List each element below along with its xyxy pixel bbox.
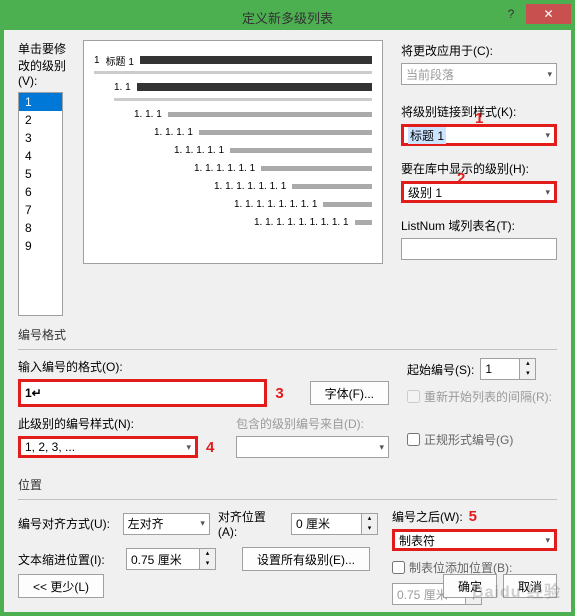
number-format-input[interactable]: 1↵: [18, 379, 267, 407]
annotation-4: 4: [206, 439, 214, 456]
annotation-3: 3: [275, 385, 283, 402]
level-item[interactable]: 5: [19, 165, 62, 183]
level-item[interactable]: 8: [19, 219, 62, 237]
legal-checkbox[interactable]: 正规形式编号(G): [407, 431, 513, 448]
indent-spinner[interactable]: 0.75 厘米▴▾: [126, 548, 216, 570]
annotation-5: 5: [469, 508, 477, 525]
apply-to-label: 将更改应用于(C):: [401, 42, 557, 59]
level-list[interactable]: 1 2 3 4 5 6 7 8 9: [18, 92, 63, 316]
level-item[interactable]: 1: [19, 93, 62, 111]
level-item[interactable]: 9: [19, 237, 62, 255]
dialog-title: 定义新多级列表: [242, 8, 333, 27]
link-style-combo[interactable]: 标题 1▾: [401, 124, 557, 146]
gallery-level-combo[interactable]: 级别 1▾: [401, 181, 557, 203]
follow-combo[interactable]: 制表符▾: [392, 529, 557, 551]
dialog-define-multilevel-list: 定义新多级列表 ? ✕ 单击要修改的级别(V): 1 2 3 4 5 6 7 8…: [0, 0, 575, 616]
annotation-1: 1: [475, 110, 483, 127]
position-group-label: 位置: [18, 476, 557, 493]
number-style-combo[interactable]: 1, 2, 3, ...▾: [18, 436, 198, 458]
less-button[interactable]: << 更少(L): [18, 574, 104, 598]
preview-pane: 1标题 11. 11. 1. 11. 1. 1. 11. 1. 1. 1. 11…: [83, 40, 383, 264]
cancel-button[interactable]: 取消: [503, 574, 557, 598]
start-at-spinner[interactable]: 1▴▾: [480, 358, 536, 380]
format-group-label: 编号格式: [18, 326, 557, 343]
align-label: 编号对齐方式(U):: [18, 515, 115, 532]
apply-to-combo[interactable]: 当前段落▾: [401, 63, 557, 85]
include-from-label: 包含的级别编号来自(D):: [236, 415, 389, 432]
annotation-2: 2: [457, 170, 465, 187]
level-item[interactable]: 2: [19, 111, 62, 129]
font-button[interactable]: 字体(F)...: [310, 381, 389, 405]
listnum-label: ListNum 域列表名(T):: [401, 217, 557, 234]
include-from-combo[interactable]: ▾: [236, 436, 389, 458]
titlebar: 定义新多级列表 ? ✕: [4, 4, 571, 30]
help-button[interactable]: ?: [496, 4, 526, 24]
level-item[interactable]: 6: [19, 183, 62, 201]
follow-label: 编号之后(W):: [392, 508, 463, 525]
level-item[interactable]: 7: [19, 201, 62, 219]
align-at-label: 对齐位置(A):: [218, 508, 283, 539]
gallery-level-label: 要在库中显示的级别(H):: [401, 160, 557, 177]
set-all-levels-button[interactable]: 设置所有级别(E)...: [242, 547, 370, 571]
level-item[interactable]: 4: [19, 147, 62, 165]
number-style-label: 此级别的编号样式(N):: [18, 415, 218, 432]
close-button[interactable]: ✕: [526, 4, 571, 24]
align-at-spinner[interactable]: 0 厘米▴▾: [291, 513, 378, 535]
level-item[interactable]: 3: [19, 129, 62, 147]
restart-checkbox[interactable]: 重新开始列表的间隔(R):: [407, 388, 552, 405]
enter-format-label: 输入编号的格式(O):: [18, 358, 389, 375]
align-combo[interactable]: 左对齐▾: [123, 513, 210, 535]
listnum-input[interactable]: [401, 238, 557, 260]
level-to-modify-label: 单击要修改的级别(V):: [18, 40, 73, 88]
ok-button[interactable]: 确定: [443, 574, 497, 598]
indent-label: 文本缩进位置(I):: [18, 551, 118, 568]
start-at-label: 起始编号(S):: [407, 361, 474, 378]
